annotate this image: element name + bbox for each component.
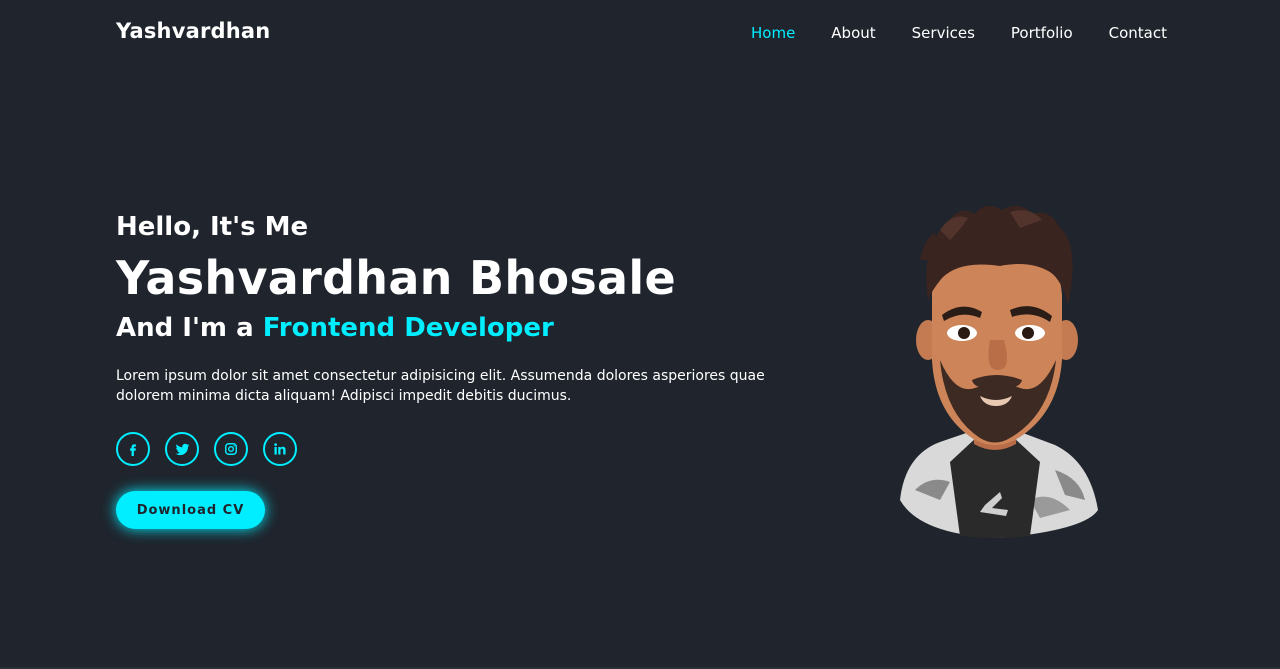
linkedin-link[interactable] [263, 432, 297, 466]
nav-about[interactable]: About [831, 24, 875, 42]
main-nav: Home About Services Portfolio Contact [715, 24, 1167, 42]
hero-description: Lorem ipsum dolor sit amet consectetur a… [116, 368, 765, 404]
nav-services[interactable]: Services [912, 24, 975, 42]
role-highlight: Frontend Developer [262, 313, 554, 343]
role-prefix: And I'm a [116, 313, 254, 343]
download-cv-button[interactable]: Download CV [116, 491, 265, 529]
instagram-icon [225, 443, 237, 455]
site-header: Yashvardhan Home About Services Portfoli… [0, 0, 1280, 66]
facebook-link[interactable] [116, 432, 150, 466]
avatar-illustration [880, 200, 1110, 545]
nav-portfolio[interactable]: Portfolio [1011, 24, 1073, 42]
hero-content: Hello, It's Me Yashvardhan Bhosale And I… [116, 208, 816, 406]
twitter-icon [175, 443, 189, 455]
hero-name: Yashvardhan Bhosale [116, 251, 676, 305]
hero-role: And I'm a Frontend Developer [116, 308, 816, 348]
nav-home[interactable]: Home [751, 24, 795, 42]
instagram-link[interactable] [214, 432, 248, 466]
avatar-image [900, 205, 1098, 538]
site-logo[interactable]: Yashvardhan [116, 19, 270, 43]
page: Yashvardhan Home About Services Portfoli… [0, 0, 1280, 669]
linkedin-icon [274, 443, 286, 455]
hero-greeting: Hello, It's Me [116, 212, 309, 242]
nav-contact[interactable]: Contact [1109, 24, 1167, 42]
twitter-link[interactable] [165, 432, 199, 466]
social-links [116, 432, 312, 466]
facebook-icon [130, 444, 136, 456]
